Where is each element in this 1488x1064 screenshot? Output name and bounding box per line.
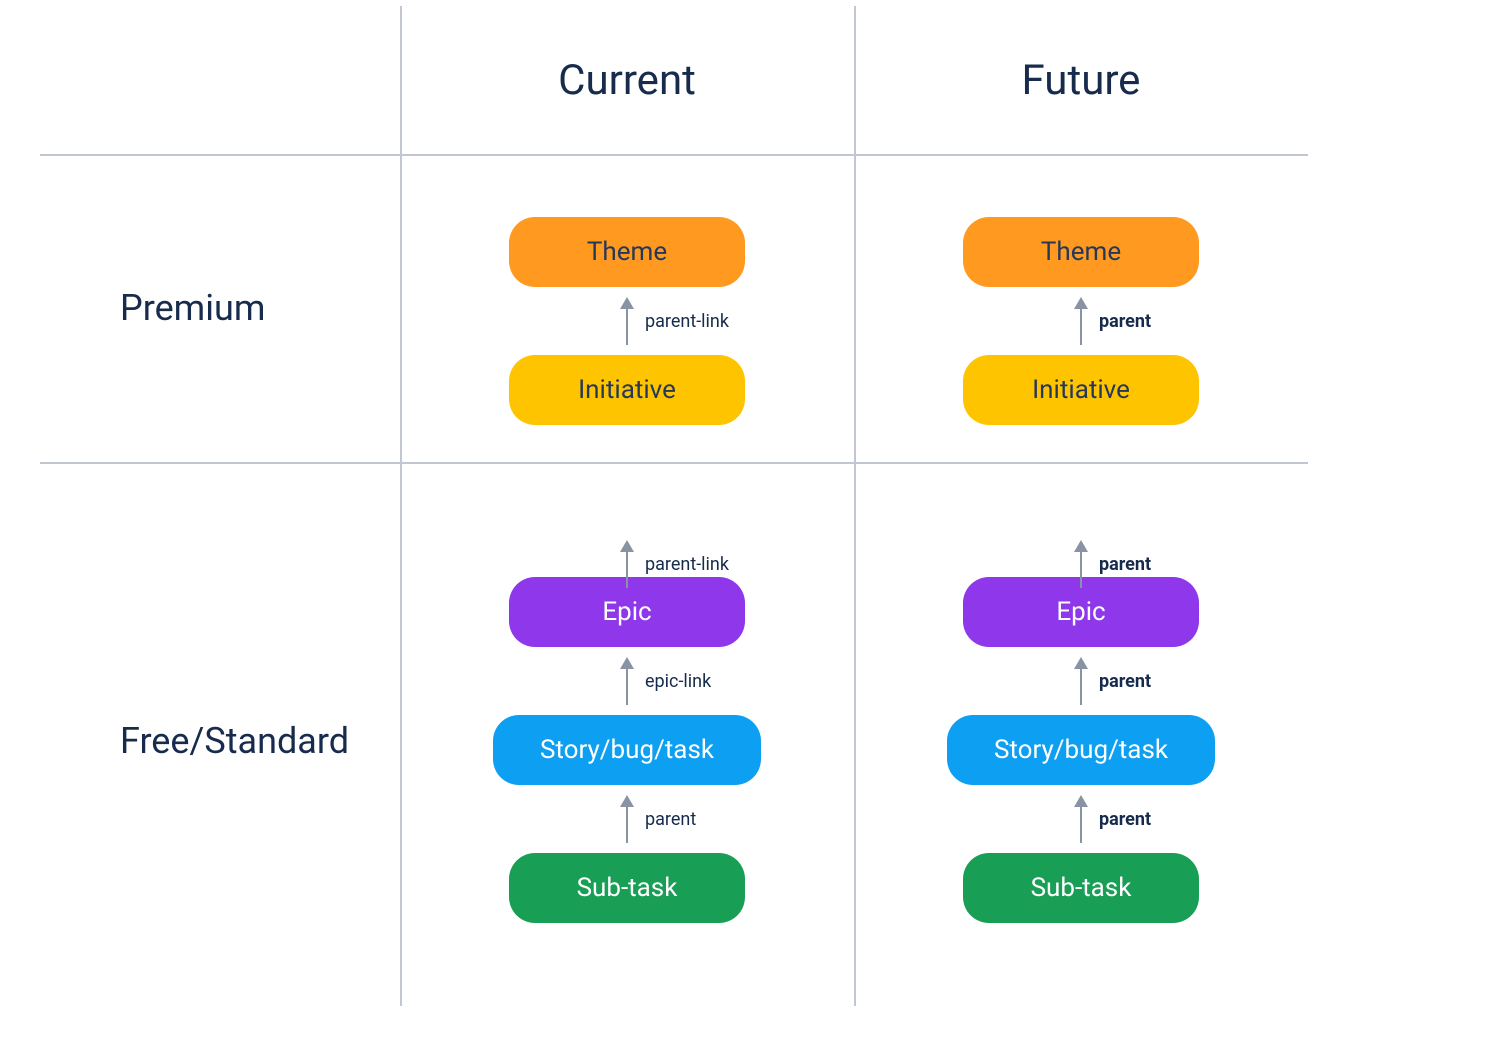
column-header-future: Future	[854, 6, 1308, 154]
arrow-story-to-epic: epic-link	[615, 647, 639, 715]
node-label: Epic	[602, 597, 651, 627]
node-label: Sub-task	[1031, 873, 1132, 903]
arrow-subtask-to-story: parent	[1069, 785, 1093, 853]
arrow-label: parent	[1099, 311, 1151, 332]
row-header-free-standard: Free/Standard	[40, 462, 400, 1020]
node-story: Story/bug/task	[493, 715, 761, 785]
arrow-story-to-epic: parent	[1069, 647, 1093, 715]
arrow-label: parent	[645, 809, 696, 830]
arrow-initiative-to-theme: parent-link	[615, 287, 639, 355]
node-label: Story/bug/task	[540, 735, 714, 765]
node-initiative: Initiative	[509, 355, 745, 425]
column-header-current: Current	[400, 6, 854, 154]
arrow-label: parent	[1099, 809, 1151, 830]
cell-free-current: parent-link Epic epic-link Story/bug/tas…	[400, 462, 854, 1020]
node-theme: Theme	[509, 217, 745, 287]
arrow-label: parent	[1099, 671, 1151, 692]
arrow-label: epic-link	[645, 671, 711, 692]
node-label: Sub-task	[577, 873, 678, 903]
arrow-subtask-to-story: parent	[615, 785, 639, 853]
empty-corner	[40, 6, 400, 154]
row-header-label: Premium	[120, 287, 265, 329]
node-initiative: Initiative	[963, 355, 1199, 425]
column-header-label: Current	[558, 56, 696, 105]
node-subtask: Sub-task	[509, 853, 745, 923]
cell-premium-current: Theme parent-link Initiative	[400, 154, 854, 462]
node-story: Story/bug/task	[947, 715, 1215, 785]
node-label: Epic	[1056, 597, 1105, 627]
node-subtask: Sub-task	[963, 853, 1199, 923]
arrow-epic-to-initiative: parent	[1069, 533, 1093, 595]
node-label: Theme	[587, 237, 667, 267]
node-label: Initiative	[578, 375, 676, 405]
node-label: Story/bug/task	[994, 735, 1168, 765]
cell-premium-future: Theme parent Initiative	[854, 154, 1308, 462]
arrow-label: parent-link	[645, 554, 729, 575]
node-label: Initiative	[1032, 375, 1130, 405]
hierarchy-comparison-diagram: Current Future Premium Theme parent-link…	[0, 0, 1488, 1020]
node-theme: Theme	[963, 217, 1199, 287]
arrow-label: parent-link	[645, 311, 729, 332]
arrow-epic-to-initiative: parent-link	[615, 533, 639, 595]
column-header-label: Future	[1022, 56, 1141, 105]
row-header-premium: Premium	[40, 154, 400, 462]
row-header-label: Free/Standard	[120, 720, 349, 762]
node-label: Theme	[1041, 237, 1121, 267]
arrow-initiative-to-theme: parent	[1069, 287, 1093, 355]
cell-free-future: parent Epic parent Story/bug/task parent…	[854, 462, 1308, 1020]
arrow-label: parent	[1099, 554, 1151, 575]
